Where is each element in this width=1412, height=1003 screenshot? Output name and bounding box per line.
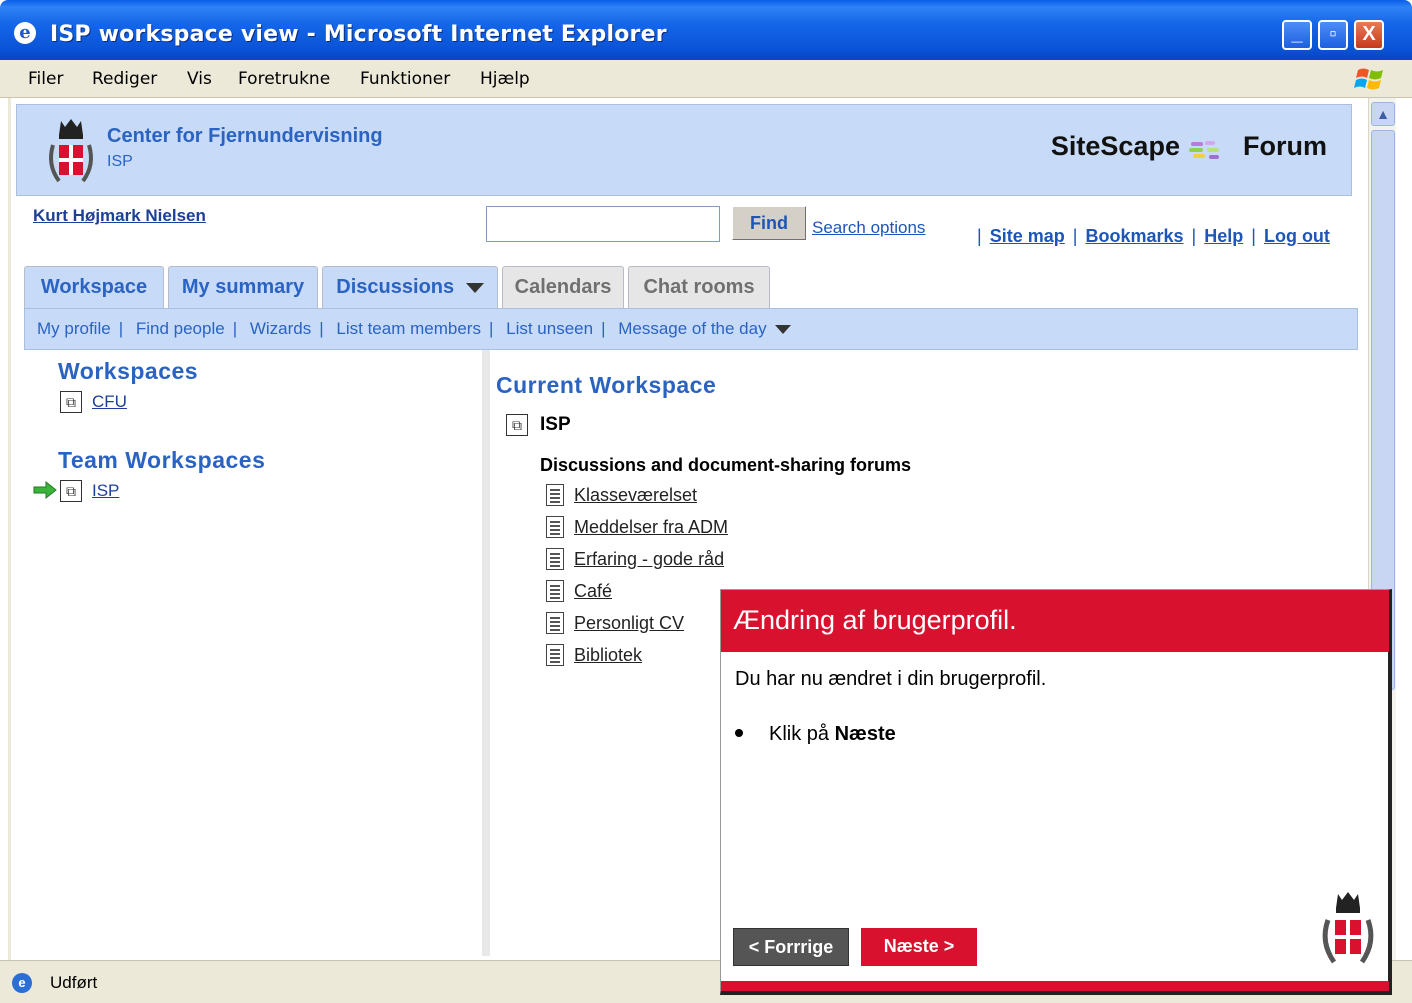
instruction-prefix: Klik på (769, 723, 835, 745)
forum-link[interactable]: Erfaring - gode råd (574, 549, 724, 570)
site-header: Center for Fjernundervisning ISP SiteSca… (16, 104, 1352, 196)
scroll-up-icon[interactable]: ▲ (1371, 102, 1395, 126)
tab-workspace[interactable]: Workspace (24, 266, 164, 310)
forum-icon (546, 644, 564, 666)
subnav-list-team-members[interactable]: List team members (336, 319, 481, 338)
menu-foretrukne[interactable]: Foretrukne (238, 69, 330, 89)
subnav-find-people[interactable]: Find people (136, 319, 225, 338)
search-input[interactable] (486, 206, 720, 242)
sitescape-logo: SiteScape Forum (1051, 131, 1327, 162)
org-name[interactable]: Center for Fjernundervisning (107, 125, 383, 148)
logout-link[interactable]: Log out (1264, 226, 1330, 246)
window-title: ISP workspace view - Microsoft Internet … (50, 22, 667, 47)
workspaces-title: Workspaces (58, 358, 199, 384)
menu-filer[interactable]: Filer (28, 69, 63, 89)
subnav-my-profile[interactable]: My profile (37, 319, 111, 338)
user-name-link[interactable]: Kurt Højmark Nielsen (33, 206, 206, 226)
ie-status-icon: e (12, 973, 32, 993)
minimize-button[interactable]: _ (1282, 20, 1312, 50)
tab-my-summary[interactable]: My summary (168, 266, 318, 308)
instruction-bold: Næste (834, 723, 896, 745)
forum-link[interactable]: Bibliotek (574, 645, 642, 666)
team-workspace-link-isp[interactable]: ISP (92, 481, 119, 501)
dialog-instruction: Klik på Næste (735, 723, 896, 746)
dialog-body: Du har nu ændret i din brugerprofil. (735, 668, 1047, 690)
menu-hjaelp[interactable]: Hjælp (480, 69, 530, 89)
brand-mark-icon (1187, 137, 1235, 159)
current-workspace-name: ISP (540, 414, 571, 435)
menu-funktioner[interactable]: Funktioner (360, 69, 450, 89)
previous-button[interactable]: < Forrrige (733, 928, 849, 966)
bullet-icon (735, 728, 743, 737)
find-button[interactable]: Find (732, 206, 806, 240)
search-options-link[interactable]: Search options (812, 218, 925, 238)
sub-navigation: My profile | Find people | Wizards | List t… (24, 308, 1358, 350)
tab-chat-rooms[interactable]: Chat rooms (628, 266, 770, 308)
workspace-icon: ⧉ (506, 414, 528, 436)
windows-flag-icon (1354, 68, 1383, 90)
forum-icon (546, 612, 564, 634)
brand-right: Forum (1243, 131, 1327, 161)
subnav-list-unseen[interactable]: List unseen (506, 319, 593, 338)
top-links: | Site map | Bookmarks | Help | Log out (977, 226, 1330, 246)
forum-icon (546, 516, 564, 538)
site-map-link[interactable]: Site map (990, 226, 1065, 246)
help-link[interactable]: Help (1204, 226, 1243, 246)
tutorial-dialog: Ændring af brugerprofil. Du har nu ændre… (720, 589, 1392, 995)
menu-rediger[interactable]: Rediger (92, 69, 157, 89)
forum-icon (546, 484, 564, 506)
current-workspace-title: Current Workspace (496, 372, 717, 398)
bookmarks-link[interactable]: Bookmarks (1085, 226, 1183, 246)
window-title-bar: e ISP workspace view - Microsoft Interne… (0, 0, 1412, 60)
column-divider (482, 350, 490, 956)
tab-discussions-label: Discussions (336, 276, 455, 298)
brand-left: SiteScape (1050, 131, 1180, 161)
ie-logo-icon: e (14, 22, 36, 44)
forum-link[interactable]: Café (574, 581, 612, 602)
forum-link[interactable]: Klasseværelset (574, 485, 697, 506)
chevron-down-icon[interactable] (775, 325, 792, 335)
workspace-link-cfu[interactable]: CFU (92, 392, 127, 412)
crest-logo-icon (49, 119, 93, 183)
subnav-message-of-the-day[interactable]: Message of the day (618, 319, 766, 338)
status-text: Udført (50, 973, 98, 992)
workspace-icon: ⧉ (60, 391, 82, 413)
tab-discussions[interactable]: Discussions (322, 266, 498, 308)
forums-heading: Discussions and document-sharing forums (540, 455, 912, 475)
forum-link[interactable]: Personligt CV (574, 613, 684, 634)
crest-logo-icon (1322, 892, 1374, 964)
close-button[interactable]: X (1354, 20, 1384, 50)
current-arrow-icon (33, 480, 57, 500)
subnav-wizards[interactable]: Wizards (250, 319, 311, 338)
dialog-title: Ændring af brugerprofil. (721, 590, 1389, 652)
forum-link[interactable]: Meddelser fra ADM (574, 517, 728, 538)
menu-bar: Filer Rediger Vis Foretrukne Funktioner … (0, 60, 1412, 98)
menu-vis[interactable]: Vis (187, 69, 212, 89)
next-button[interactable]: Næste > (861, 928, 977, 966)
chevron-down-icon (465, 282, 484, 293)
forum-icon (546, 548, 564, 570)
workspace-icon: ⧉ (60, 480, 82, 502)
team-workspaces-title: Team Workspaces (58, 447, 266, 473)
tab-calendars[interactable]: Calendars (502, 266, 624, 308)
forum-icon (546, 580, 564, 602)
dialog-footer-bar (721, 981, 1389, 991)
org-workspace[interactable]: ISP (107, 153, 133, 171)
maximize-button[interactable]: ▫ (1318, 20, 1348, 50)
